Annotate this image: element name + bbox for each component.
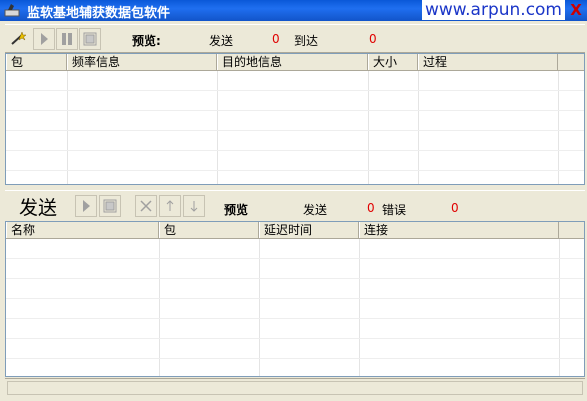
row-line — [6, 170, 584, 171]
column-process[interactable]: 过程 — [418, 54, 558, 70]
error-label: 错误 — [382, 203, 407, 217]
packet-table[interactable]: 包 频率信息 目的地信息 大小 过程 — [5, 53, 585, 185]
packet-table-header: 包 频率信息 目的地信息 大小 过程 — [6, 54, 584, 71]
grid-line — [558, 71, 559, 184]
pause-button[interactable] — [56, 28, 78, 50]
column-delay[interactable]: 延迟时间 — [259, 222, 359, 238]
column-name[interactable]: 名称 — [6, 222, 159, 238]
arrow-up-icon — [166, 200, 174, 211]
row-line — [6, 338, 584, 339]
title-bar: 监软基地辅获数据包软件 www.arpun.com X — [0, 0, 587, 21]
row-line — [6, 278, 584, 279]
grid-line — [67, 71, 68, 184]
delete-icon — [140, 200, 152, 212]
row-line — [6, 130, 584, 131]
arrow-down-icon — [190, 201, 198, 212]
stop-icon — [103, 199, 117, 213]
app-icon — [4, 4, 20, 17]
delete-button[interactable] — [135, 195, 157, 217]
column-size[interactable]: 大小 — [368, 54, 418, 70]
row-line — [6, 298, 584, 299]
row-line — [6, 110, 584, 111]
column-frequency-info[interactable]: 频率信息 — [67, 54, 217, 70]
grid-line — [359, 239, 360, 376]
column-packet[interactable]: 包 — [159, 222, 259, 238]
row-line — [6, 258, 584, 259]
sent-count: 0 — [272, 32, 280, 46]
row-line — [6, 90, 584, 91]
top-toolbar: 预览: 发送 0 到达 0 — [5, 24, 585, 53]
arrived-count: 0 — [369, 32, 377, 46]
play-icon — [83, 200, 90, 212]
column-packet[interactable]: 包 — [6, 54, 67, 70]
move-down-button[interactable] — [183, 195, 205, 217]
row-line — [6, 358, 584, 359]
stop-button[interactable] — [79, 28, 101, 50]
grid-line — [368, 71, 369, 184]
sent-label: 发送 — [209, 34, 234, 48]
status-bar — [5, 378, 585, 398]
grid-line — [159, 239, 160, 376]
pause-icon — [62, 33, 72, 45]
close-button[interactable]: X — [568, 2, 584, 18]
wand-icon — [11, 31, 27, 45]
send-play-button[interactable] — [75, 195, 97, 217]
play-icon — [41, 33, 48, 45]
send-table[interactable]: 名称 包 延迟时间 连接 — [5, 221, 585, 377]
window-title: 监软基地辅获数据包软件 — [27, 6, 171, 21]
send-title: 发送 — [19, 197, 58, 219]
row-line — [6, 318, 584, 319]
status-panel — [7, 381, 583, 395]
move-up-button[interactable] — [159, 195, 181, 217]
sent-count: 0 — [367, 201, 375, 215]
grid-line — [217, 71, 218, 184]
watermark-url: www.arpun.com — [421, 0, 565, 20]
send-toolbar: 发送 预览 发送 0 错误 0 — [5, 190, 585, 222]
preview-label: 预览 — [224, 203, 249, 217]
grid-line — [559, 239, 560, 376]
error-count: 0 — [451, 201, 459, 215]
play-button[interactable] — [33, 28, 55, 50]
grid-line — [418, 71, 419, 184]
preview-label: 预览: — [132, 34, 161, 48]
grid-line — [259, 239, 260, 376]
row-line — [6, 150, 584, 151]
send-stop-button[interactable] — [99, 195, 121, 217]
stop-icon — [83, 32, 97, 46]
sent-label: 发送 — [303, 203, 328, 217]
capture-button[interactable] — [8, 28, 30, 50]
column-destination-info[interactable]: 目的地信息 — [217, 54, 368, 70]
arrived-label: 到达 — [294, 34, 319, 48]
send-table-header: 名称 包 延迟时间 连接 — [6, 222, 584, 239]
column-connection[interactable]: 连接 — [359, 222, 559, 238]
